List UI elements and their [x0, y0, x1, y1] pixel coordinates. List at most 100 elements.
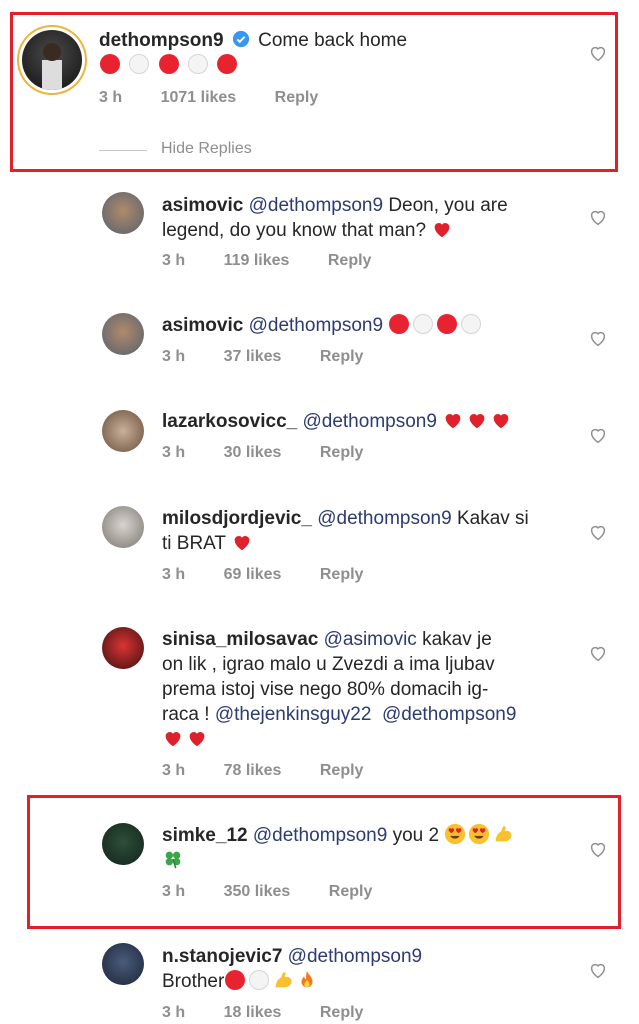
comment-text-line2: on lik , igrao malo u Zvezdi a ima ljuba… [162, 654, 495, 675]
like-heart-icon[interactable] [587, 42, 609, 64]
comment-text: Brother [162, 971, 225, 992]
mention-link[interactable]: @asimovic [324, 629, 417, 650]
reply-button[interactable]: Reply [320, 566, 364, 583]
mention-link[interactable]: @dethompson9 [253, 825, 387, 846]
white-circle-icon [413, 314, 434, 334]
reply-button[interactable]: Reply [329, 883, 373, 900]
comment-meta: 3 h 30 likes Reply [162, 444, 397, 462]
timestamp: 3 h [162, 566, 186, 583]
like-count[interactable]: 350 likes [224, 883, 291, 900]
mention-link[interactable]: @dethompson9 [288, 946, 422, 967]
comment-meta: 3 h 350 likes Reply [162, 883, 406, 901]
like-heart-icon[interactable] [587, 642, 609, 664]
like-count[interactable]: 18 likes [224, 1004, 282, 1021]
like-count[interactable]: 69 likes [224, 566, 282, 583]
username[interactable]: simke_12 [162, 825, 248, 846]
four-leaf-clover-icon [165, 851, 181, 869]
avatar[interactable] [102, 627, 144, 669]
white-circle-icon [129, 54, 150, 74]
reply-button[interactable]: Reply [320, 762, 364, 779]
timestamp: 3 h [162, 883, 186, 900]
like-heart-icon[interactable] [587, 521, 609, 543]
comment-body: dethompson9 Come back home [99, 28, 579, 78]
timestamp: 3 h [162, 1004, 186, 1021]
hide-replies-button[interactable]: Hide Replies [161, 140, 252, 158]
comment-body: asimovic @dethompson9 Deon, you are lege… [162, 193, 582, 243]
comment-body: asimovic @dethompson9 [162, 313, 582, 338]
mention-link[interactable]: @dethompson9 [302, 411, 436, 432]
reply-button[interactable]: Reply [328, 252, 372, 269]
username[interactable]: milosdjordjevic_ [162, 508, 312, 529]
red-circle-icon [100, 54, 120, 74]
comment-text-line2: legend, do you know that man? [162, 220, 427, 241]
red-heart-icon [445, 414, 461, 429]
red-circle-icon [225, 970, 246, 990]
red-circle-icon [158, 54, 179, 74]
comment-meta: 3 h 119 likes Reply [162, 252, 405, 270]
timestamp: 3 h [162, 252, 186, 269]
username[interactable]: asimovic [162, 195, 243, 216]
emoji-line [99, 54, 240, 76]
comment-text: you 2 [392, 825, 440, 846]
like-heart-icon[interactable] [587, 838, 609, 860]
comment-meta: 3 h 18 likes Reply [162, 1004, 397, 1022]
comment-meta: 3 h 78 likes Reply [162, 762, 397, 780]
timestamp: 3 h [162, 762, 186, 779]
avatar[interactable] [102, 192, 144, 234]
red-heart-icon [493, 414, 509, 429]
timestamp: 3 h [162, 348, 186, 365]
red-heart-icon [469, 414, 485, 429]
like-count[interactable]: 37 likes [224, 348, 282, 365]
reply-button[interactable]: Reply [275, 89, 319, 106]
red-circle-icon [437, 314, 458, 334]
mention-link[interactable]: @dethompson9 [249, 195, 383, 216]
username[interactable]: sinisa_milosavac [162, 629, 318, 650]
like-count[interactable]: 30 likes [224, 444, 282, 461]
avatar[interactable] [102, 313, 144, 355]
reply-button[interactable]: Reply [320, 444, 364, 461]
comment-text: Come back home [258, 30, 408, 51]
comment-text: Deon, you are [388, 195, 508, 216]
comment-text: Kakav si [456, 508, 529, 529]
white-circle-icon [461, 314, 482, 334]
red-heart-icon [435, 223, 450, 238]
comment-body: lazarkosovicc_ @dethompson9 [162, 409, 582, 434]
mention-link[interactable]: @dethompson9 [249, 315, 383, 336]
heart-eyes-emoji-icon [445, 823, 466, 845]
like-heart-icon[interactable] [587, 327, 609, 349]
mention-link[interactable]: @dethompson9 [317, 508, 451, 529]
red-circle-icon [389, 314, 410, 334]
white-circle-icon [187, 54, 208, 74]
mention-link[interactable]: @thejenkinsguy22 [215, 704, 372, 725]
red-circle-icon [217, 54, 238, 74]
comment-body: milosdjordjevic_ @dethompson9 Kakav si t… [162, 506, 582, 556]
verified-badge-icon [232, 30, 249, 48]
mention-link[interactable]: @dethompson9 [382, 704, 516, 725]
avatar[interactable] [102, 943, 144, 985]
username[interactable]: lazarkosovicc_ [162, 411, 297, 432]
username[interactable]: dethompson9 [99, 30, 224, 51]
avatar[interactable] [102, 506, 144, 548]
like-heart-icon[interactable] [587, 424, 609, 446]
like-count[interactable]: 1071 likes [161, 89, 237, 106]
red-heart-icon [165, 732, 181, 747]
comment-text-line4: raca ! [162, 704, 210, 725]
reply-button[interactable]: Reply [320, 348, 364, 365]
reply-button[interactable]: Reply [320, 1004, 364, 1021]
comment-text-line2: ti BRAT [162, 533, 226, 554]
avatar[interactable] [102, 823, 144, 865]
avatar[interactable] [102, 410, 144, 452]
like-heart-icon[interactable] [587, 206, 609, 228]
like-count[interactable]: 78 likes [224, 762, 282, 779]
red-heart-icon [234, 536, 250, 551]
username[interactable]: asimovic [162, 315, 243, 336]
username[interactable]: n.stanojevic7 [162, 946, 282, 967]
red-heart-icon [189, 732, 205, 747]
heart-eyes-emoji-icon [469, 823, 490, 845]
avatar[interactable] [22, 30, 82, 90]
like-count[interactable]: 119 likes [224, 252, 290, 269]
white-circle-icon [249, 970, 270, 990]
like-heart-icon[interactable] [587, 959, 609, 981]
comment-meta: 3 h 37 likes Reply [162, 348, 397, 366]
fire-icon [301, 970, 313, 988]
